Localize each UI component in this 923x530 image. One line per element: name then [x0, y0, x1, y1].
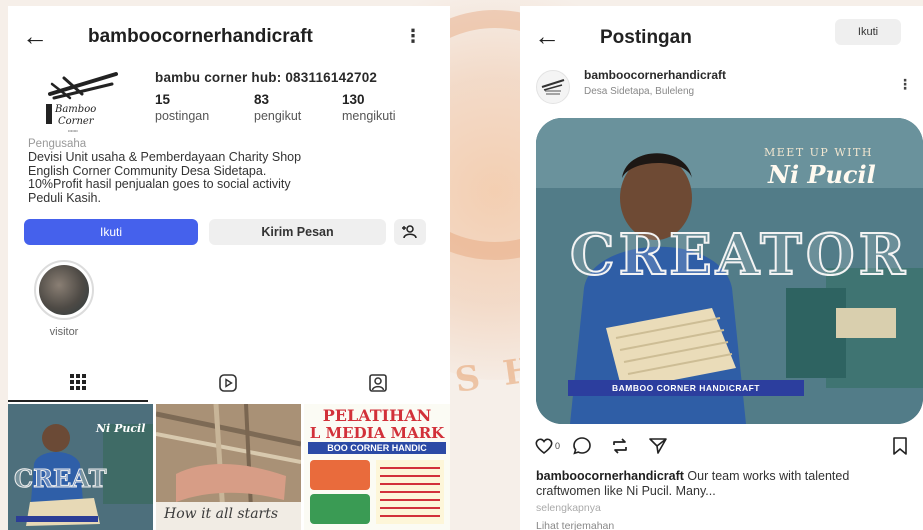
post-image[interactable]: MEET UP WITH Ni Pucil CREATOR BAMBOO COR…	[536, 118, 923, 424]
stat-followers-label: pengikut	[254, 109, 302, 123]
save-button[interactable]	[892, 434, 908, 458]
post-action-bar: 0	[520, 434, 923, 460]
profile-avatar[interactable]: Bamboo Corner •••••••	[34, 64, 124, 136]
post-meet-text: MEET UP WITH	[764, 146, 873, 159]
bio-line: Peduli Kasih.	[28, 190, 101, 205]
stat-following-count: 130	[342, 92, 365, 107]
caption-username[interactable]: bamboocornerhandicraft	[536, 469, 684, 483]
story-highlight-visitor[interactable]: visitor	[22, 260, 106, 338]
stat-posts-label: postingan	[155, 109, 210, 123]
svg-text:•••••••: •••••••	[68, 128, 78, 133]
stat-posts[interactable]: 15 postingan	[155, 92, 209, 123]
heart-icon	[535, 438, 553, 455]
profile-username: bamboocornerhandicraft	[88, 26, 313, 47]
bio-line: English Corner Community Desa Sidetapa.	[28, 163, 267, 178]
grid-post-1[interactable]: Ni Pucil CREAT	[8, 404, 153, 530]
repost-icon	[613, 438, 627, 454]
bio-line: Devisi Unit usaha & Pemberdayaan Charity…	[28, 150, 302, 164]
back-arrow-icon[interactable]: ←	[22, 22, 48, 50]
profile-display-name: bambu corner hub: 083116142702	[155, 70, 378, 85]
see-more-link[interactable]: selengkapnya	[536, 502, 601, 514]
tab-reels[interactable]	[158, 364, 298, 402]
svg-text:Corner: Corner	[58, 116, 95, 127]
stat-following-label: mengikuti	[342, 109, 396, 123]
comment-icon	[573, 437, 591, 455]
tab-posts-grid[interactable]	[8, 364, 148, 402]
post-author-avatar[interactable]	[536, 70, 570, 104]
tile3-flyer-graphics	[310, 460, 444, 524]
stat-followers-count: 83	[254, 92, 270, 107]
grid-post-3[interactable]: PELATIHAN L MEDIA MARK BOO CORNER HANDIC	[304, 404, 450, 530]
post-follow-button[interactable]: Ikuti	[835, 19, 901, 45]
post-headline: CREATOR	[569, 221, 910, 289]
bookmark-icon	[893, 437, 907, 455]
tile3-title-3: BOO CORNER HANDIC	[308, 442, 446, 454]
svg-text:Bamboo: Bamboo	[54, 104, 96, 115]
post-caption: bamboocornerhandicraft Our team works wi…	[536, 469, 908, 499]
bamboo-corner-logo	[541, 79, 565, 95]
share-button[interactable]	[648, 434, 668, 458]
highlight-label: visitor	[49, 326, 79, 338]
send-message-button[interactable]: Kirim Pesan	[209, 219, 386, 245]
tile3-title-2: L MEDIA MARK	[309, 424, 445, 442]
post-brand-strip: BAMBOO CORNER HANDICRAFT	[568, 380, 804, 396]
grid-icon	[70, 374, 86, 390]
post-location[interactable]: Desa Sidetapa, Buleleng	[584, 86, 694, 97]
profile-screen: ← bamboocornerhandicraft ⋮ Bamboo Corner…	[8, 6, 450, 530]
post-creator-name: Ni Pucil	[768, 160, 876, 189]
more-vertical-icon[interactable]: ⋮	[898, 76, 912, 93]
tile1-name: Ni Pucil	[96, 422, 146, 435]
like-button[interactable]: 0	[534, 434, 560, 458]
post-author-username[interactable]: bamboocornerhandicraft	[584, 68, 726, 82]
grid-post-2[interactable]: How it all starts	[156, 404, 301, 530]
profile-top-bar: ← bamboocornerhandicraft ⋮	[8, 20, 450, 54]
more-vertical-icon[interactable]: ⋮	[404, 26, 422, 47]
post-screen: ← Postingan Ikuti bamboocornerhandicraft…	[520, 6, 923, 530]
highlight-ring	[34, 260, 94, 320]
stat-posts-count: 15	[155, 92, 171, 107]
back-arrow-icon[interactable]: ←	[534, 22, 560, 50]
suggested-users-button[interactable]	[394, 219, 426, 245]
highlight-cover	[39, 265, 89, 315]
profile-tab-bar	[8, 364, 450, 402]
repost-button[interactable]	[610, 434, 630, 458]
like-count: 0	[555, 441, 561, 451]
comment-button[interactable]	[572, 434, 592, 458]
tile3-title-1: PELATIHAN	[322, 406, 432, 425]
bio-line: 10%Profit hasil penjualan goes to social…	[28, 177, 291, 191]
reels-icon	[219, 374, 237, 392]
post-header-title: Postingan	[600, 27, 692, 48]
see-translation-link[interactable]: Lihat terjemahan	[536, 520, 614, 530]
tile1-overlay: CREAT	[14, 464, 108, 494]
follow-button[interactable]: Ikuti	[24, 219, 198, 245]
bamboo-corner-logo: Bamboo Corner •••••••	[46, 72, 118, 133]
tab-tagged[interactable]	[308, 364, 448, 402]
add-user-icon	[402, 225, 417, 239]
tile2-caption: How it all starts	[164, 506, 279, 522]
tagged-icon	[369, 374, 387, 392]
stat-followers[interactable]: 83 pengikut	[254, 92, 301, 123]
share-icon	[649, 438, 667, 454]
stat-following[interactable]: 130 mengikuti	[342, 92, 396, 123]
profile-category: Pengusaha	[28, 138, 87, 150]
profile-bio: Devisi Unit usaha & Pemberdayaan Charity…	[28, 150, 428, 205]
